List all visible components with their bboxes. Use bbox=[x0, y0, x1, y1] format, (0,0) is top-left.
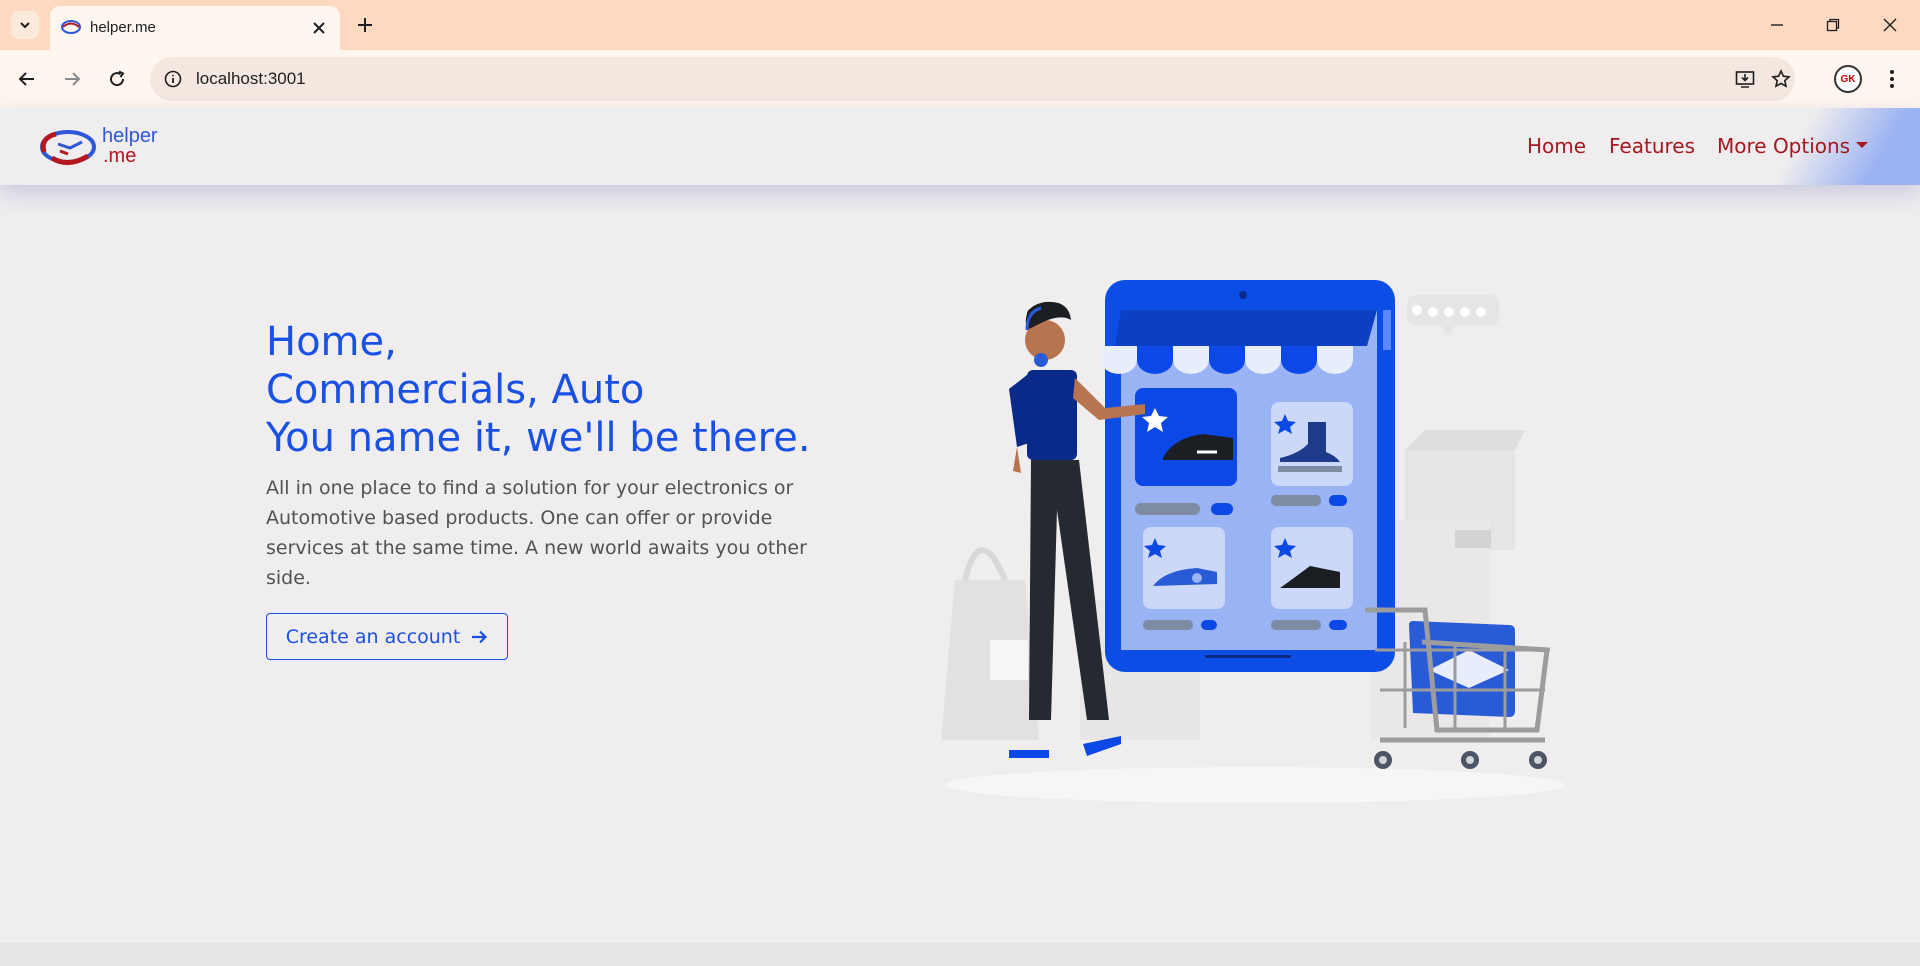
footer-strip bbox=[0, 943, 1920, 966]
back-icon[interactable] bbox=[13, 65, 41, 93]
forward-icon[interactable] bbox=[58, 65, 86, 93]
create-account-button[interactable]: Create an account bbox=[266, 613, 508, 660]
brand-name-line1: helper bbox=[102, 125, 158, 147]
browser-tab[interactable]: helper.me bbox=[50, 6, 340, 50]
browser-toolbar: localhost:3001 GK bbox=[0, 50, 1920, 108]
hero-title: Home, Commercials, Auto You name it, we'… bbox=[266, 318, 811, 462]
create-account-label: Create an account bbox=[285, 625, 461, 648]
brand-name-line2: .me bbox=[103, 145, 137, 167]
close-tab-icon[interactable] bbox=[308, 17, 330, 39]
address-bar[interactable]: localhost:3001 bbox=[150, 57, 1795, 101]
url-text: localhost:3001 bbox=[196, 69, 306, 88]
favicon-icon bbox=[61, 20, 81, 34]
browser-tab-bar: helper.me bbox=[0, 0, 1920, 50]
hero-title-line3: You name it, we'll be there. bbox=[266, 415, 811, 461]
hero-title-line2: Commercials, Auto bbox=[266, 367, 645, 413]
bookmark-star-icon[interactable] bbox=[1770, 68, 1792, 90]
brand-name[interactable]: helper .me bbox=[102, 126, 158, 166]
tab-title: helper.me bbox=[90, 19, 156, 36]
site-navbar: helper .me Home Features More Options bbox=[0, 108, 1920, 185]
minimize-icon[interactable] bbox=[1764, 12, 1790, 38]
shopping-illustration bbox=[941, 280, 1565, 803]
close-window-icon[interactable] bbox=[1877, 12, 1903, 38]
site-info-icon[interactable] bbox=[162, 68, 184, 90]
new-tab-icon[interactable] bbox=[352, 12, 378, 38]
profile-avatar[interactable]: GK bbox=[1834, 65, 1862, 93]
helper-logo-icon[interactable] bbox=[38, 124, 102, 170]
hero-description: All in one place to find a solution for … bbox=[266, 477, 807, 589]
reload-icon[interactable] bbox=[103, 65, 131, 93]
chevron-down-icon bbox=[20, 22, 30, 29]
menu-kebab-icon[interactable] bbox=[1878, 65, 1906, 93]
nav-more-options-dropdown[interactable]: More Options bbox=[1717, 134, 1869, 158]
arrow-right-icon bbox=[472, 630, 488, 643]
install-app-icon[interactable] bbox=[1734, 68, 1756, 90]
more-options-label: More Options bbox=[1717, 134, 1851, 158]
caret-down-icon bbox=[1856, 141, 1869, 148]
restore-icon[interactable] bbox=[1820, 12, 1846, 38]
tab-search-button[interactable] bbox=[11, 11, 39, 39]
hero-title-line1: Home, bbox=[266, 319, 397, 365]
nav-features-link[interactable]: Features bbox=[1609, 134, 1695, 158]
nav-home-link[interactable]: Home bbox=[1527, 134, 1586, 158]
